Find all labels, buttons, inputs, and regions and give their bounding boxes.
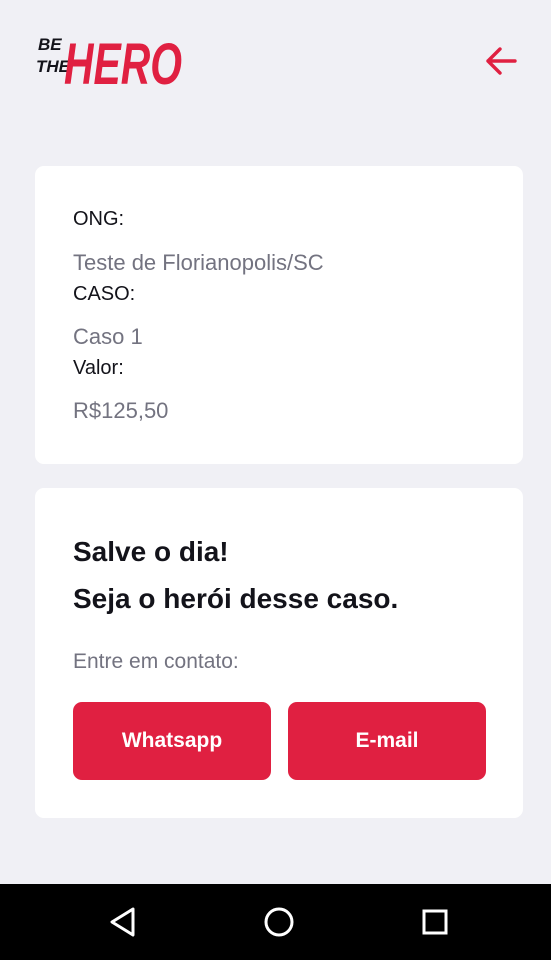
contact-actions: Whatsapp E-mail	[73, 702, 486, 780]
header: BE THE HERO	[0, 0, 551, 120]
svg-text:HERO: HERO	[64, 32, 182, 94]
contact-card: Salve o dia! Seja o herói desse caso. En…	[35, 488, 523, 818]
value-label: Valor:	[73, 357, 124, 379]
back-button[interactable]	[478, 38, 524, 84]
contact-title-line1: Salve o dia!	[73, 536, 229, 567]
ong-value: Teste de Florianopolis/SC	[73, 250, 324, 275]
email-button[interactable]: E-mail	[288, 702, 486, 780]
incident-card: ONG: Teste de Florianopolis/SC CASO: Cas…	[35, 166, 523, 464]
ong-label: ONG:	[73, 208, 125, 230]
arrow-left-icon	[486, 47, 517, 75]
circle-home-icon	[264, 907, 294, 937]
be-the-hero-logo: BE THE HERO	[36, 32, 182, 94]
nav-back-button[interactable]	[95, 894, 151, 950]
triangle-back-icon	[110, 907, 135, 937]
nav-recent-button[interactable]	[407, 894, 463, 950]
contact-description: Entre em contato:	[73, 650, 239, 673]
case-label: CASO:	[73, 283, 136, 305]
nav-home-button[interactable]	[251, 894, 307, 950]
case-value: Caso 1	[73, 324, 143, 349]
system-navigation-bar	[0, 884, 551, 960]
whatsapp-button[interactable]: Whatsapp	[73, 702, 271, 780]
svg-text:BE: BE	[38, 35, 62, 54]
contact-title-line2: Seja o herói desse caso.	[73, 583, 399, 614]
value-value: R$125,50	[73, 398, 169, 423]
square-recent-icon	[422, 909, 448, 935]
